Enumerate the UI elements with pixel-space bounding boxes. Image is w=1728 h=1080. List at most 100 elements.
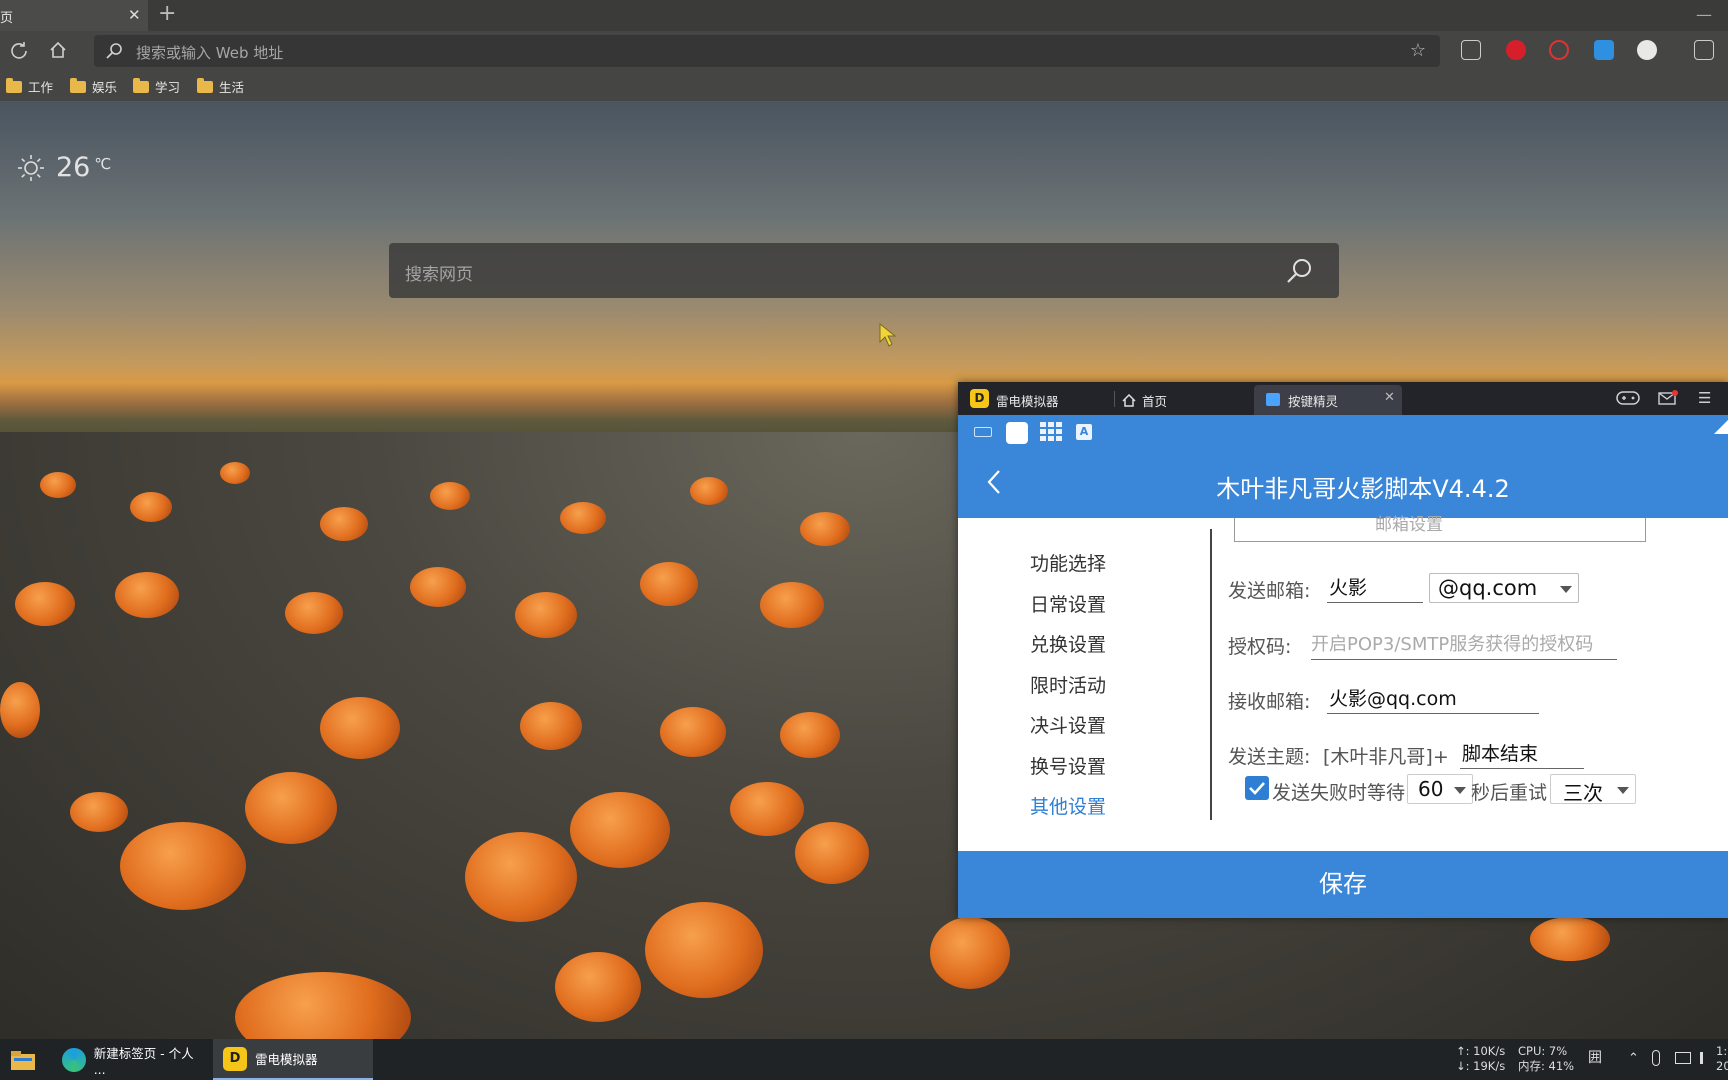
microphone-icon[interactable] (1652, 1050, 1660, 1066)
reading-view-icon[interactable] (1461, 40, 1481, 60)
file-explorer-icon (11, 1050, 35, 1070)
subject-prefix: [木叶非凡哥]+ (1323, 746, 1449, 768)
bookmark-label: 工作 (28, 80, 54, 95)
mouse-cursor-icon (879, 322, 897, 347)
square-app-icon[interactable] (1006, 422, 1028, 444)
memory-usage: 内存: 41% (1518, 1059, 1575, 1073)
search-icon[interactable] (1285, 257, 1313, 285)
address-bar[interactable]: 搜索或输入 Web 地址 ☆ (94, 35, 1440, 67)
sidebar-item-other[interactable]: 其他设置 (1030, 792, 1106, 819)
sidebar-item-account-switch[interactable]: 换号设置 (1030, 752, 1106, 779)
subject-input[interactable]: 脚本结束 (1460, 739, 1584, 769)
chevron-down-icon (1617, 787, 1629, 794)
new-tab-button[interactable]: + (158, 3, 176, 25)
receive-email-label: 接收邮箱: (1228, 691, 1311, 713)
cat-extension-icon[interactable] (1637, 40, 1657, 60)
emulator-app-name: 雷电模拟器 (996, 394, 1059, 409)
taskbar-item-label: 新建标签页 - 个人 ... (93, 1045, 194, 1077)
temperature-value: 26 (56, 152, 91, 183)
sidebar-divider (1210, 529, 1212, 820)
home-icon[interactable] (47, 40, 69, 62)
emulator-window: D 雷电模拟器 首页 按键精灵 ✕ ☰ A 木叶非凡哥火影脚本V4.4.2 功能… (958, 382, 1728, 918)
folder-icon (6, 77, 22, 93)
gamepad-icon[interactable] (1616, 389, 1640, 411)
browser-toolbar: 搜索或输入 Web 地址 ☆ (0, 31, 1728, 71)
clock[interactable]: 1: 2020 (1716, 1044, 1728, 1074)
titlebar-divider (1114, 391, 1115, 407)
sidebar-item-duel[interactable]: 决斗设置 (1030, 711, 1106, 738)
text-app-icon[interactable]: A (1076, 424, 1092, 440)
emulator-titlebar: D 雷电模拟器 首页 按键精灵 ✕ ☰ (958, 382, 1728, 415)
windows-taskbar: 新建标签页 - 个人 ... D 雷电模拟器 ↑: 10K/s ↓: 19K/s… (0, 1039, 1728, 1080)
clock-date: 2020 (1716, 1059, 1728, 1073)
opera-extension-icon[interactable] (1549, 40, 1569, 60)
net-upload: ↑: 10K/s (1456, 1044, 1506, 1058)
auth-code-input[interactable]: 开启POP3/SMTP服务获得的授权码 (1311, 630, 1617, 660)
network-icon[interactable] (1675, 1052, 1691, 1064)
bookmark-folder-work[interactable]: 工作 (6, 77, 53, 96)
emulator-home-tab-label: 首页 (1142, 394, 1168, 409)
input-method-icon[interactable]: 囲 (1588, 1051, 1602, 1066)
taskbar-item-label: 雷电模拟器 (255, 1052, 318, 1067)
bookmarks-bar: 工作 娱乐 学习 生活 (0, 71, 1728, 102)
browser-tab-title: 页 (0, 11, 14, 26)
cpu-usage: CPU: 7% (1518, 1044, 1568, 1058)
clock-time: 1: (1716, 1044, 1728, 1058)
send-email-input[interactable]: 火影 (1327, 573, 1423, 603)
retry-count-select[interactable]: 三次 (1550, 774, 1636, 805)
app-title: 木叶非凡哥火影脚本V4.4.2 (1216, 475, 1510, 503)
emulator-active-tab-label: 按键精灵 (1288, 394, 1339, 409)
minimize-window-button[interactable]: — (1696, 5, 1712, 24)
file-explorer-button[interactable] (10, 1039, 36, 1080)
keyboard-icon[interactable] (974, 427, 992, 437)
adblock-extension-icon[interactable] (1506, 40, 1526, 60)
browser-tab-active[interactable]: 页 ✕ (0, 0, 148, 31)
email-domain-select[interactable]: @qq.com (1429, 573, 1579, 603)
emulator-active-tab[interactable]: 按键精灵 ✕ (1254, 385, 1402, 415)
grid-app-icon[interactable] (1040, 422, 1062, 442)
receive-email-input[interactable]: 火影@qq.com (1327, 684, 1539, 714)
sidebar-item-daily[interactable]: 日常设置 (1030, 590, 1106, 617)
bookmark-folder-life[interactable]: 生活 (197, 77, 244, 96)
home-icon (1122, 394, 1136, 407)
collections-icon[interactable] (1694, 40, 1714, 60)
favorite-star-icon[interactable]: ☆ (1410, 40, 1426, 61)
temperature-unit: ℃ (94, 154, 112, 173)
email-settings-form: 邮箱设置 发送邮箱: 火影 @qq.com 授权码: 开启POP3/SMTP服务… (1228, 515, 1728, 828)
email-section-frame: 邮箱设置 (1234, 515, 1646, 542)
network-speed: ↑: 10K/s ↓: 19K/s (1456, 1044, 1505, 1074)
retry-count-value: 三次 (1563, 781, 1603, 805)
browser-tab-strip: 页 ✕ + — (0, 0, 1728, 31)
auth-code-label: 授权码: (1228, 636, 1292, 658)
chevron-up-icon[interactable]: ⌃ (1628, 1051, 1639, 1066)
chevron-down-icon (1560, 586, 1572, 593)
weather-widget[interactable]: 26 ℃ (16, 152, 111, 183)
resource-usage: CPU: 7% 内存: 41% (1518, 1044, 1574, 1074)
refresh-icon[interactable] (8, 40, 30, 62)
search-icon (104, 41, 124, 61)
bookmark-folder-study[interactable]: 学习 (133, 77, 180, 96)
menu-icon[interactable]: ☰ (1698, 389, 1711, 407)
folder-icon (133, 77, 149, 93)
close-tab-icon[interactable]: ✕ (128, 6, 141, 24)
emulator-logo-icon: D (223, 1046, 247, 1071)
web-search-box[interactable]: 搜索网页 (389, 243, 1339, 298)
retry-text-seconds: 秒后重试 (1471, 782, 1548, 804)
retry-text-wait: 发送失败时等待 (1272, 782, 1406, 804)
retry-wait-select[interactable]: 60 (1407, 774, 1473, 804)
taskbar-item-emulator[interactable]: D 雷电模拟器 (213, 1039, 373, 1080)
sidebar-item-limited-event[interactable]: 限时活动 (1030, 671, 1106, 698)
mail-notification-icon[interactable] (1658, 389, 1678, 411)
net-download: ↓: 19K/s (1456, 1059, 1506, 1073)
script-wizard-icon (1266, 393, 1280, 406)
close-tab-icon[interactable]: ✕ (1384, 390, 1395, 405)
sidebar-item-exchange[interactable]: 兑换设置 (1030, 630, 1106, 657)
translate-extension-icon[interactable] (1594, 40, 1614, 60)
retry-checkbox[interactable] (1245, 776, 1269, 800)
taskbar-item-browser[interactable]: 新建标签页 - 个人 ... (58, 1039, 208, 1080)
volume-icon[interactable] (1700, 1052, 1714, 1064)
emulator-home-tab[interactable]: 首页 (1122, 391, 1167, 410)
bookmark-folder-entertainment[interactable]: 娱乐 (70, 77, 117, 96)
save-button[interactable]: 保存 (958, 851, 1728, 918)
sidebar-item-function[interactable]: 功能选择 (1030, 549, 1106, 576)
